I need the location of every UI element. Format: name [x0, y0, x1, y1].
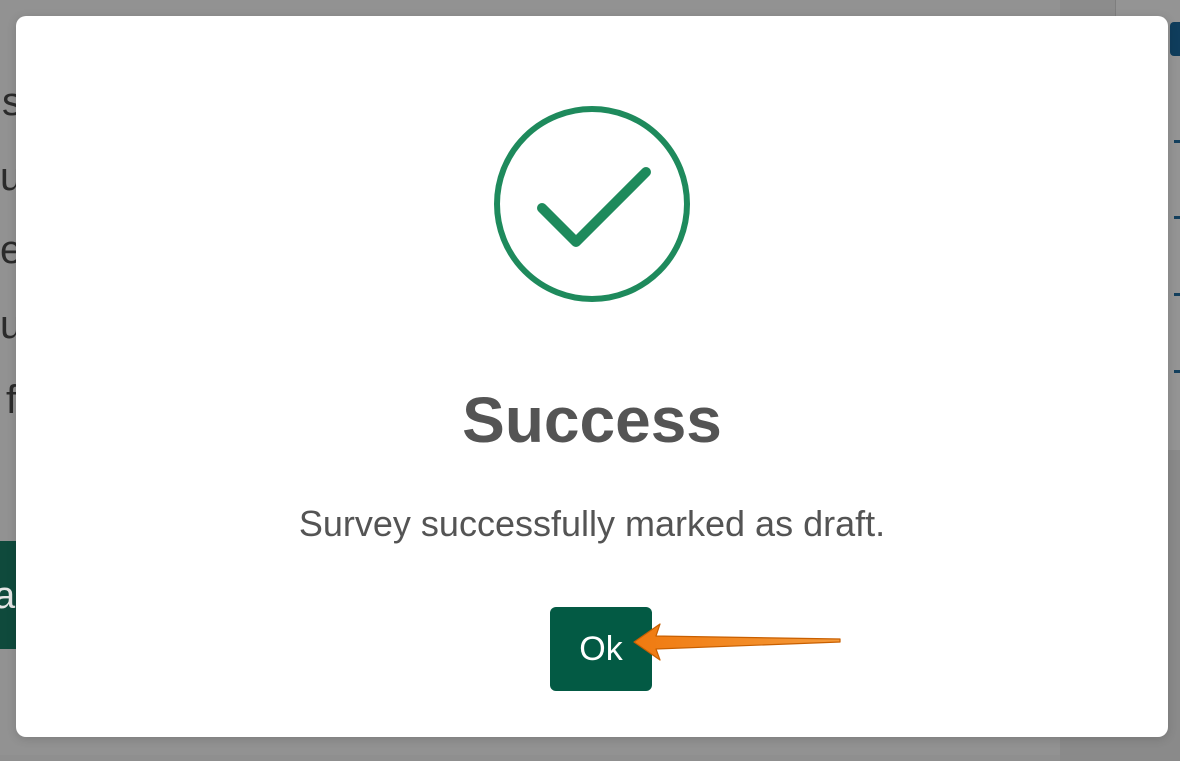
success-dialog: Success Survey successfully marked as dr…	[16, 16, 1168, 737]
background-button: a	[0, 541, 16, 649]
dialog-message: Survey successfully marked as draft.	[298, 503, 886, 544]
success-check-icon	[494, 106, 690, 302]
background-button-label: a	[0, 575, 16, 617]
screen: s u e u f a Success Survey successfully …	[0, 0, 1180, 761]
background-side-check-icon	[1174, 140, 1180, 143]
background-side-check-icon	[1174, 370, 1180, 373]
ok-button[interactable]: Ok	[550, 607, 652, 691]
background-side-check-icon	[1174, 216, 1180, 219]
dialog-title: Success	[462, 384, 722, 456]
background-side-check-icon	[1174, 293, 1180, 296]
background-side-badge	[1170, 22, 1180, 56]
